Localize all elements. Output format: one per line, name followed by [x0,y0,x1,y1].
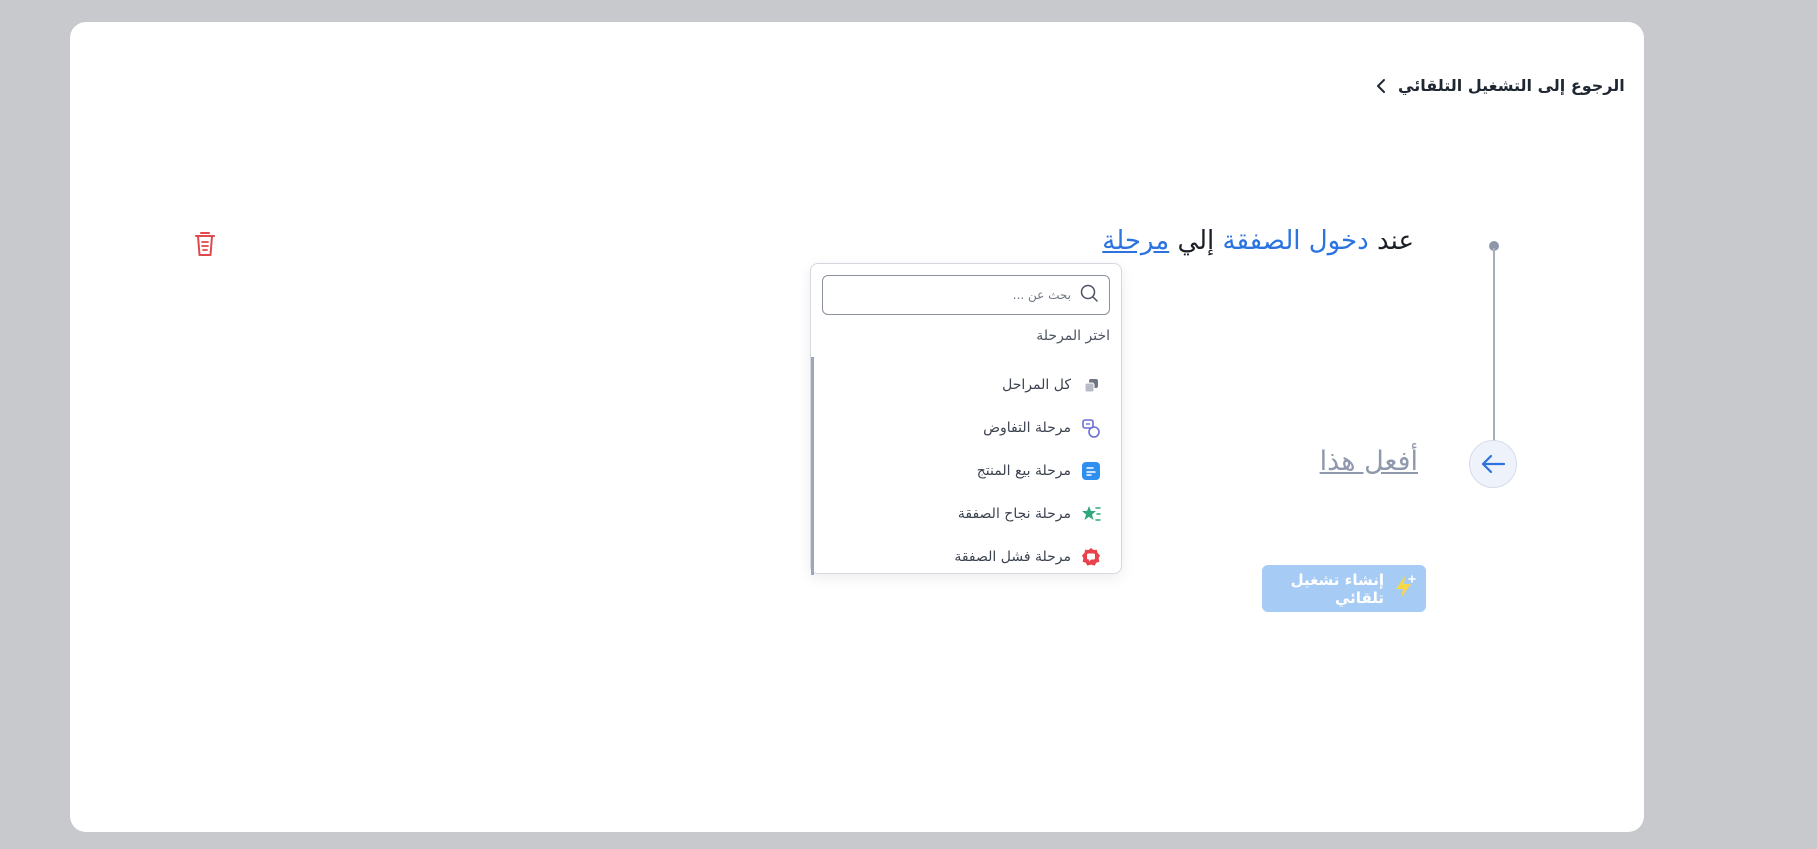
list-item-all-stages[interactable]: كل المراحل [1002,375,1101,395]
trigger-sentence: عند دخول الصفقة إلي مرحلة [1102,226,1414,256]
create-automation-label: إنشاء تشغيل تلقائي [1290,570,1384,607]
action-link[interactable]: أفعل هذا [1320,446,1418,477]
list-item-deal-failure[interactable]: مرحلة فشل الصفقة [954,547,1101,567]
chevron-left-icon [1374,78,1388,94]
trigger-event[interactable]: دخول الصفقة [1223,226,1369,256]
list-item-deal-success[interactable]: مرحلة نجاح الصفقة [958,504,1101,524]
list-item-label: مرحلة نجاح الصفقة [957,506,1071,522]
stage-list[interactable]: كل المراحل مرحلة التفاوض مرحلة بيع المنت… [811,357,1121,575]
timeline-connector [1493,248,1495,442]
lightning-icon [1392,574,1416,604]
negotiation-icon [1081,418,1101,438]
document-icon [1081,461,1101,481]
list-item-label: مرحلة التفاوض [983,420,1071,436]
arrow-left-icon[interactable] [1469,440,1517,488]
stack-icon [1081,375,1101,395]
list-item-label: مرحلة فشل الصفقة [954,549,1071,565]
list-item-label: كل المراحل [1002,377,1071,393]
trigger-prefix: عند [1376,226,1414,256]
search-icon [1079,283,1099,307]
list-item-product-sale[interactable]: مرحلة بيع المنتج [977,461,1101,481]
search-input[interactable] [833,287,1073,303]
star-list-icon [1081,504,1101,524]
dropdown-header: اختر المرحلة [1036,328,1110,344]
back-to-automation-link[interactable]: الرجوع إلى التشغيل التلقائي [1374,76,1625,95]
badge-alert-icon [1081,547,1101,567]
trigger-connector: إلي [1177,226,1215,256]
trash-icon[interactable] [193,230,217,262]
create-automation-button[interactable]: إنشاء تشغيل تلقائي [1262,565,1426,612]
search-box [822,275,1110,315]
list-item-negotiation[interactable]: مرحلة التفاوض [983,418,1101,438]
stage-dropdown: اختر المرحلة كل المراحل مرحلة التفاوض مر… [810,263,1122,575]
back-label: الرجوع إلى التشغيل التلقائي [1398,76,1625,95]
stage-selector-link[interactable]: مرحلة [1102,226,1169,256]
list-item-label: مرحلة بيع المنتج [976,463,1071,479]
